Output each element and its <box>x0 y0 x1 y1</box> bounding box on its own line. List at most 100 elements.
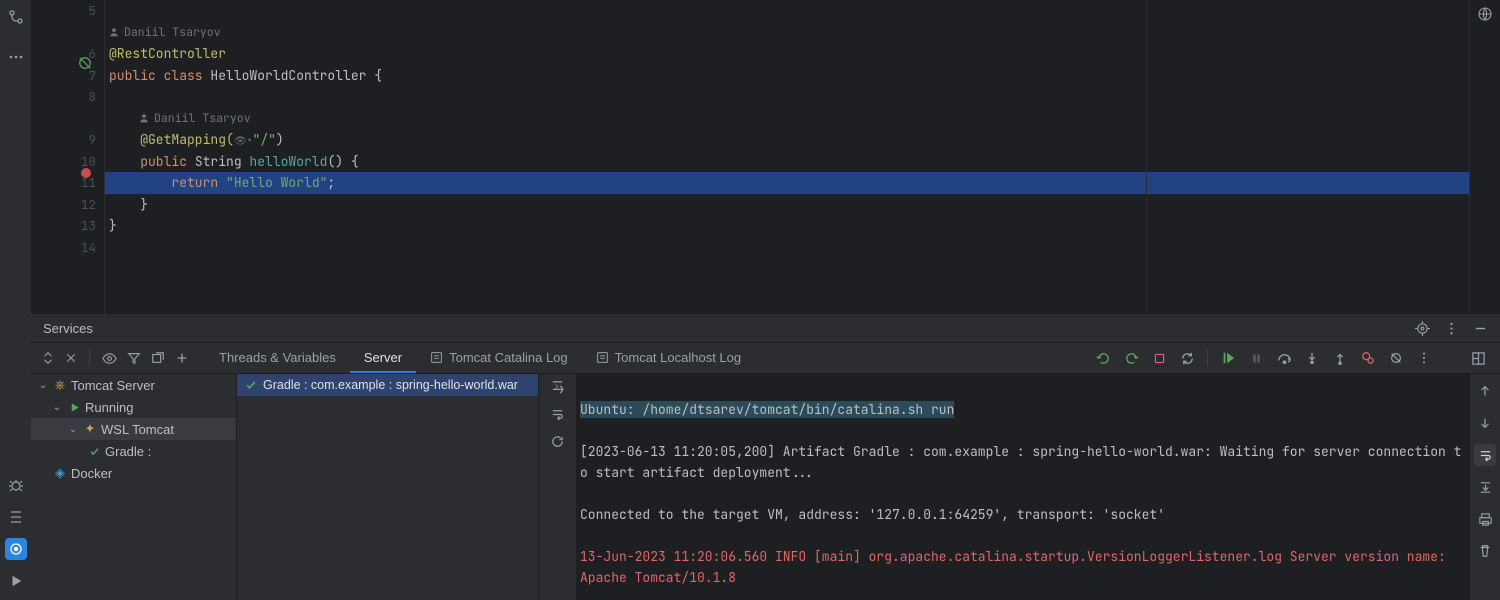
console-right-rail <box>1469 374 1500 600</box>
tree-docker[interactable]: ◈ Docker <box>31 462 236 484</box>
globe-icon[interactable] <box>1477 6 1493 22</box>
tab-threads-variables[interactable]: Threads & Variables <box>205 343 350 373</box>
resume-icon[interactable] <box>1220 351 1236 365</box>
code-editor[interactable]: Daniil Tsaryov @RestController public cl… <box>104 0 1469 313</box>
stop-icon[interactable] <box>1151 352 1167 365</box>
refresh-console-icon[interactable] <box>550 434 565 449</box>
current-execution-line: return "Hello World"; <box>105 172 1469 194</box>
annotation-restcontroller: @RestController <box>109 45 226 62</box>
scroll-to-end-icon[interactable] <box>550 380 565 395</box>
string-literal: "Hello World" <box>226 174 327 191</box>
method-name: helloWorld <box>249 153 327 170</box>
vcs-icon[interactable] <box>5 6 27 28</box>
editor-area: 5 6 7 8 9 10 11 12 13 14 Daniil Tsaryov … <box>31 0 1500 313</box>
tree-wsl-tomcat[interactable]: ⌄ ✦ WSL Tomcat <box>31 418 236 440</box>
breakpoint-icon[interactable] <box>81 168 91 178</box>
panel-toolbar: Threads & Variables Server Tomcat Catali… <box>31 342 1500 374</box>
show-icon[interactable] <box>102 351 117 366</box>
up-arrow-icon[interactable] <box>1474 380 1496 402</box>
editor-right-rail <box>1469 0 1500 313</box>
layout-icon[interactable] <box>1470 351 1486 366</box>
line-number: 13 <box>81 215 96 237</box>
tree-label: Tomcat Server <box>71 378 155 393</box>
method-signature: () { <box>327 153 358 170</box>
tree-label: Gradle : <box>105 444 151 459</box>
run-config-item[interactable]: Gradle : com.example : spring-hello-worl… <box>237 374 538 396</box>
close-icon[interactable] <box>65 352 77 364</box>
mute-breakpoints-icon[interactable] <box>1388 351 1404 365</box>
mapping-path: "/" <box>253 131 276 148</box>
author-lens[interactable]: Daniil Tsaryov <box>105 108 1469 130</box>
tree-label: Docker <box>71 466 112 481</box>
brace-close: } <box>109 196 148 213</box>
tree-running[interactable]: ⌄ Running <box>31 396 236 418</box>
target-icon[interactable] <box>1415 321 1430 336</box>
author-name: Daniil Tsaryov <box>154 108 251 130</box>
keyword-public: public <box>109 67 164 84</box>
tab-server[interactable]: Server <box>350 343 416 373</box>
run-config-list[interactable]: Gradle : com.example : spring-hello-worl… <box>236 374 538 600</box>
chevron-down-icon: ⌄ <box>67 424 79 435</box>
line-number: 14 <box>81 237 96 259</box>
main-area: 5 6 7 8 9 10 11 12 13 14 Daniil Tsaryov … <box>31 0 1500 600</box>
chevron-down-icon: ⌄ <box>51 402 63 413</box>
filter-icon[interactable] <box>127 351 141 365</box>
paren-close: ) <box>276 131 284 148</box>
panel-title: Services <box>43 321 1405 336</box>
editor-gutter: 5 6 7 8 9 10 11 12 13 14 <box>31 0 104 313</box>
keyword-class: class <box>164 67 211 84</box>
author-name: Daniil Tsaryov <box>124 22 221 44</box>
console-line: Connected to the target VM, address: '12… <box>580 504 1469 525</box>
soft-wrap-icon[interactable] <box>550 407 565 422</box>
step-out-icon[interactable] <box>1332 351 1348 365</box>
author-lens[interactable]: Daniil Tsaryov <box>105 22 1469 44</box>
more-horizontal-icon[interactable] <box>5 46 27 68</box>
scroll-to-end-toggle-icon[interactable] <box>1474 476 1496 498</box>
pause-icon[interactable] <box>1248 352 1264 365</box>
tab-localhost-log[interactable]: Tomcat Localhost Log <box>582 343 755 373</box>
tree-label: WSL Tomcat <box>101 422 174 437</box>
line-number: 9 <box>88 129 96 151</box>
services-panel: Services Threads & Variables Server <box>31 313 1500 600</box>
coverage-icon <box>78 56 92 70</box>
console-output[interactable]: Ubuntu: /home/dtsarev/tomcat/bin/catalin… <box>576 374 1469 600</box>
console-command: Ubuntu: /home/dtsarev/tomcat/bin/catalin… <box>580 401 954 418</box>
console-line-error: 13-Jun-2023 11:20:06.560 INFO [main] org… <box>580 546 1469 588</box>
return-type: String <box>195 153 250 170</box>
step-over-icon[interactable] <box>1276 351 1292 366</box>
minimize-icon[interactable] <box>1473 321 1488 336</box>
tab-catalina-log[interactable]: Tomcat Catalina Log <box>416 343 582 373</box>
services-tool-icon[interactable] <box>5 538 27 560</box>
tree-tomcat-server[interactable]: ⌄ ⎈ Tomcat Server <box>31 374 236 396</box>
soft-wrap-toggle-icon[interactable] <box>1474 444 1496 466</box>
panel-header: Services <box>31 314 1500 342</box>
reload-icon[interactable] <box>1179 351 1195 366</box>
line-number: 8 <box>88 86 96 108</box>
url-inlay-icon[interactable]: 👁▾ <box>234 134 253 147</box>
step-into-icon[interactable] <box>1304 351 1320 365</box>
down-arrow-icon[interactable] <box>1474 412 1496 434</box>
line-number: 5 <box>88 0 96 22</box>
tree-gradle-artifact[interactable]: Gradle : <box>31 440 236 462</box>
services-tree[interactable]: ⌄ ⎈ Tomcat Server ⌄ Running ⌄ ✦ WSL Tomc… <box>31 374 236 600</box>
expand-all-icon[interactable] <box>41 351 55 365</box>
run-icon[interactable] <box>5 570 27 592</box>
more-vertical-icon[interactable] <box>1416 351 1432 365</box>
debug-bug-icon[interactable] <box>5 474 27 496</box>
config-label: Gradle : com.example : spring-hello-worl… <box>263 378 518 392</box>
clear-icon[interactable] <box>1474 540 1496 562</box>
rerun-icon[interactable] <box>1095 351 1111 366</box>
build-icon[interactable] <box>5 506 27 528</box>
add-icon[interactable] <box>175 351 189 365</box>
class-name: HelloWorldController { <box>210 67 382 84</box>
rerun-debug-icon[interactable] <box>1123 351 1139 366</box>
print-icon[interactable] <box>1474 508 1496 530</box>
view-breakpoints-icon[interactable] <box>1360 351 1376 365</box>
more-vertical-icon[interactable] <box>1444 321 1459 336</box>
new-window-icon[interactable] <box>151 351 165 365</box>
left-tool-rail <box>0 0 31 600</box>
console-gutter <box>538 374 576 600</box>
keyword-return: return <box>171 174 226 191</box>
console-line: [2023-06-13 11:20:05,200] Artifact Gradl… <box>580 441 1469 483</box>
chevron-down-icon: ⌄ <box>37 380 49 391</box>
